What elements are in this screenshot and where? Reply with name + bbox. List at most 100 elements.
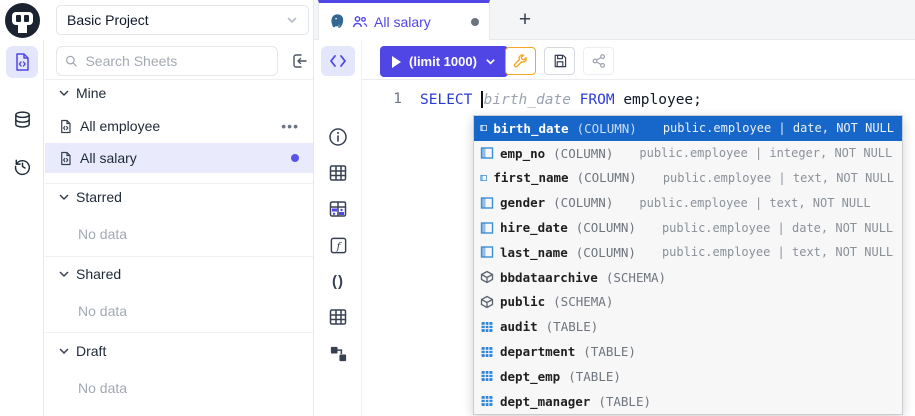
schema-icon xyxy=(480,270,494,284)
project-selector[interactable]: Basic Project xyxy=(56,5,309,35)
strip-function-button[interactable]: f xyxy=(327,234,349,256)
chevron-down-icon xyxy=(58,191,70,203)
section-mine[interactable]: Mine xyxy=(58,85,106,101)
strip-table-data-button[interactable] xyxy=(327,198,349,220)
schema-icon xyxy=(480,295,494,309)
column-icon xyxy=(480,146,494,160)
sql-editor-app: Basic Project All salary + xyxy=(0,0,915,416)
suggestion-birth-date[interactable]: birth_date (COLUMN) public.employee | da… xyxy=(474,116,902,141)
table-icon xyxy=(328,307,348,327)
autocomplete-popup: birth_date (COLUMN) public.employee | da… xyxy=(473,115,903,415)
sheet-file-icon xyxy=(58,151,73,166)
wrench-icon xyxy=(512,53,529,70)
sheet-more-icon[interactable]: ••• xyxy=(281,118,299,134)
app-logo-icon[interactable] xyxy=(5,3,40,38)
empty-state: No data xyxy=(78,226,127,242)
strip-workflow-button[interactable] xyxy=(327,342,349,364)
suggestion-dept-emp[interactable]: dept_emp (TABLE) xyxy=(474,364,902,389)
table-data-icon xyxy=(328,199,348,219)
format-wrench-button[interactable] xyxy=(505,47,536,75)
sheet-search[interactable] xyxy=(56,46,278,76)
suggestion-first-name[interactable]: first_name (COLUMN) public.employee | te… xyxy=(474,166,902,191)
section-label: Starred xyxy=(76,189,122,205)
project-name: Basic Project xyxy=(67,12,149,28)
tab-title: All salary xyxy=(374,14,431,30)
empty-state: No data xyxy=(78,303,127,319)
import-icon xyxy=(290,52,308,70)
table-icon xyxy=(480,369,494,383)
suggestion-dept-manager[interactable]: dept_manager (TABLE) xyxy=(474,389,902,414)
save-button[interactable] xyxy=(544,47,575,75)
sheet-item-all-salary[interactable]: All salary xyxy=(45,143,313,173)
rail-database-button[interactable] xyxy=(6,104,38,136)
sql-keyword: SELECT xyxy=(420,92,472,108)
table-icon xyxy=(328,163,348,183)
sheet-file-icon xyxy=(58,119,73,134)
sql-text: employee; xyxy=(623,92,702,108)
code-icon xyxy=(329,54,347,68)
play-icon xyxy=(392,56,401,68)
run-query-button[interactable]: (limit 1000) xyxy=(380,46,508,77)
chevron-down-icon xyxy=(58,87,70,99)
section-draft[interactable]: Draft xyxy=(58,343,106,359)
suggestion-audit[interactable]: audit (TABLE) xyxy=(474,314,902,339)
search-icon xyxy=(65,54,77,68)
ghost-suggestion: birth_date xyxy=(484,92,571,108)
share-button[interactable] xyxy=(583,47,614,75)
column-icon xyxy=(480,245,494,259)
rail-history-button[interactable] xyxy=(6,150,38,182)
strip-table2-button[interactable] xyxy=(327,306,349,328)
table-icon xyxy=(480,320,494,334)
editor-line-1[interactable]: 1 SELECT birth_date FROM employee; xyxy=(362,88,702,110)
worksheet-file-code-icon xyxy=(12,52,32,72)
suggestion-department[interactable]: department (TABLE) xyxy=(474,339,902,364)
chevron-down-icon xyxy=(286,14,298,26)
rail-worksheet-button[interactable] xyxy=(6,46,38,78)
editor-toolbar: (limit 1000) xyxy=(362,40,915,80)
new-tab-button[interactable]: + xyxy=(510,6,540,34)
suggestion-last-name[interactable]: last_name (COLUMN) public.employee | tex… xyxy=(474,240,902,265)
sheet-item-all-employee[interactable]: All employee ••• xyxy=(45,111,313,141)
column-icon xyxy=(480,121,487,135)
search-input[interactable] xyxy=(83,52,269,70)
logo-face xyxy=(12,12,33,25)
share-icon xyxy=(591,53,607,69)
unsaved-dot-icon xyxy=(471,18,479,26)
strip-table-button[interactable] xyxy=(327,162,349,184)
team-icon xyxy=(352,14,368,30)
info-icon xyxy=(328,127,348,147)
suggestion-bbdataarchive[interactable]: bbdataarchive (SCHEMA) xyxy=(474,265,902,290)
table-icon xyxy=(480,345,494,359)
editor-tool-strip: f () xyxy=(314,40,362,416)
strip-parentheses-button[interactable]: () xyxy=(327,270,349,292)
suggestion-public[interactable]: public (SCHEMA) xyxy=(474,290,902,315)
parentheses-icon: () xyxy=(332,273,344,290)
function-icon: f xyxy=(329,236,348,255)
column-icon xyxy=(480,221,494,235)
text-cursor xyxy=(481,91,483,108)
sheet-name: All employee xyxy=(80,118,160,134)
unsaved-dot-icon xyxy=(291,154,299,162)
suggestion-gender[interactable]: gender (COLUMN) public.employee | text, … xyxy=(474,190,902,215)
run-label: (limit 1000) xyxy=(409,54,477,69)
strip-info-button[interactable] xyxy=(327,126,349,148)
sheet-name: All salary xyxy=(80,150,137,166)
strip-code-button[interactable] xyxy=(321,46,355,76)
empty-state: No data xyxy=(78,380,127,396)
line-number: 1 xyxy=(376,91,402,107)
chevron-down-icon xyxy=(485,56,496,67)
suggestion-emp-no[interactable]: emp_no (COLUMN) public.employee | intege… xyxy=(474,141,902,166)
column-icon xyxy=(480,171,487,185)
svg-text:f: f xyxy=(335,240,342,252)
database-icon xyxy=(12,110,33,131)
section-starred[interactable]: Starred xyxy=(58,189,122,205)
save-icon xyxy=(552,53,568,69)
left-rail xyxy=(0,40,44,416)
chevron-down-icon xyxy=(58,345,70,357)
sql-keyword: FROM xyxy=(580,92,615,108)
import-sheet-button[interactable] xyxy=(288,50,310,72)
tab-all-salary[interactable]: All salary xyxy=(318,0,490,40)
sheets-panel: Mine All employee ••• All salary xyxy=(45,40,313,416)
suggestion-hire-date[interactable]: hire_date (COLUMN) public.employee | dat… xyxy=(474,215,902,240)
section-shared[interactable]: Shared xyxy=(58,266,121,282)
